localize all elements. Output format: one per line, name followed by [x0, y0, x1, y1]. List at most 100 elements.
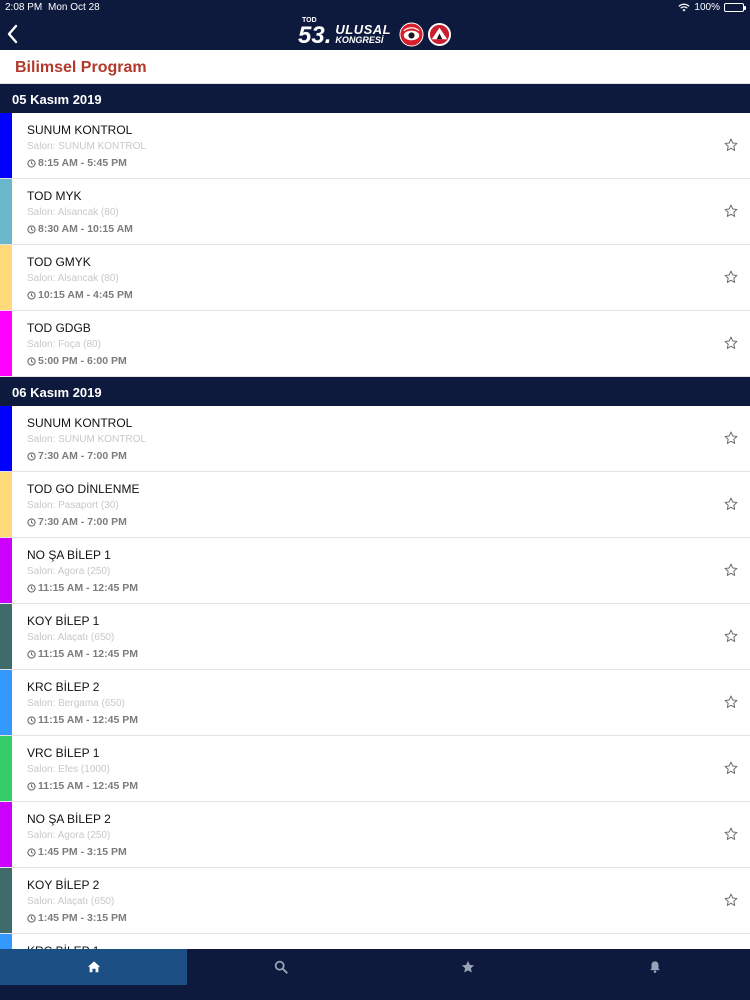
event-row[interactable]: KOY BİLEP 2 Salon: Alaçatı (650) 1:45 PM -… — [0, 868, 750, 934]
event-time: 11:15 AM - 12:45 PM — [27, 648, 138, 660]
event-time: 1:45 PM - 3:15 PM — [27, 846, 127, 858]
eye-logo-icon — [399, 22, 424, 47]
event-time: 11:15 AM - 12:45 PM — [27, 582, 138, 594]
favorite-star-icon[interactable] — [724, 431, 738, 445]
favorite-star-icon[interactable] — [724, 761, 738, 775]
tab-favorites[interactable] — [374, 949, 561, 985]
event-time-text: 11:15 AM - 12:45 PM — [38, 780, 138, 792]
event-color-bar — [0, 245, 12, 310]
event-row[interactable]: KRC BİLEP 2 Salon: Bergama (650) 11:15 AM … — [0, 670, 750, 736]
event-time-text: 1:45 PM - 3:15 PM — [38, 912, 127, 924]
event-color-bar — [0, 868, 12, 933]
event-color-bar — [0, 406, 12, 471]
event-title: VRC BİLEP 1 — [27, 746, 100, 760]
event-color-bar — [0, 670, 12, 735]
event-time: 10:15 AM - 4:45 PM — [27, 289, 133, 301]
event-color-bar — [0, 604, 12, 669]
event-title: SUNUM KONTROL — [27, 123, 133, 137]
favorite-star-icon[interactable] — [724, 695, 738, 709]
event-time-text: 5:00 PM - 6:00 PM — [38, 355, 127, 367]
event-row[interactable]: TOD MYK Salon: Alsancak (80) 8:30 AM - 10:… — [0, 179, 750, 245]
congress-logo: TOD 53. ULUSAL KONGRESİ — [298, 16, 452, 50]
event-salon: Salon: SUNUM KONTROL — [27, 434, 146, 445]
favorite-star-icon[interactable] — [724, 138, 738, 152]
app-header: 2:08 PM Mon Oct 28 100% TOD 53. ULUSAL K… — [0, 0, 750, 50]
event-row[interactable]: KRC BİLEP 1 — [0, 934, 750, 949]
clock-icon — [27, 290, 36, 300]
back-button[interactable] — [4, 22, 22, 46]
event-time-text: 1:45 PM - 3:15 PM — [38, 846, 127, 858]
logo-text: ULUSAL KONGRESİ — [335, 22, 392, 46]
event-salon: Salon: Bergama (650) — [27, 698, 125, 709]
event-row[interactable]: TOD GO DİNLENME Salon: Pasaport (30) 7:30 … — [0, 472, 750, 538]
tab-home[interactable] — [0, 949, 187, 985]
clock-icon — [27, 158, 36, 168]
event-time-text: 11:15 AM - 12:45 PM — [38, 648, 138, 660]
event-time-text: 10:15 AM - 4:45 PM — [38, 289, 133, 301]
event-salon: Salon: Agora (250) — [27, 830, 111, 841]
event-time: 5:00 PM - 6:00 PM — [27, 355, 127, 367]
event-title: TOD GMYK — [27, 255, 91, 269]
star-icon — [461, 960, 474, 973]
tab-notifications[interactable] — [561, 949, 748, 985]
battery-icon — [724, 3, 746, 12]
logo-line-1: ULUSAL — [335, 22, 392, 37]
event-row[interactable]: VRC BİLEP 1 Salon: Efes (1000) 11:15 AM - … — [0, 736, 750, 802]
event-row[interactable]: SUNUM KONTROL Salon: SUNUM KONTROL 7:30 AM… — [0, 406, 750, 472]
event-time-text: 11:15 AM - 12:45 PM — [38, 582, 138, 594]
day-header: 05 Kasım 2019 — [0, 84, 750, 113]
title-bar: Bilimsel Program — [0, 50, 750, 84]
event-row[interactable]: KOY BİLEP 1 Salon: Alaçatı (650) 11:15 AM … — [0, 604, 750, 670]
page-title: Bilimsel Program — [15, 59, 147, 76]
favorite-star-icon[interactable] — [724, 336, 738, 350]
event-title: NO ŞA BİLEP 1 — [27, 548, 111, 562]
favorite-star-icon[interactable] — [724, 497, 738, 511]
event-row[interactable]: SUNUM KONTROL Salon: SUNUM KONTROL 8:15 AM… — [0, 113, 750, 179]
event-color-bar — [0, 179, 12, 244]
favorite-star-icon[interactable] — [724, 270, 738, 284]
event-title: TOD GDGB — [27, 321, 91, 335]
clock-icon — [27, 847, 36, 857]
event-salon: Salon: SUNUM KONTROL — [27, 141, 146, 152]
favorite-star-icon[interactable] — [724, 563, 738, 577]
status-bar: 2:08 PM Mon Oct 28 100% — [0, 0, 750, 16]
event-title: TOD GO DİNLENME — [27, 482, 140, 496]
event-salon: Salon: Alaçatı (650) — [27, 896, 115, 907]
event-row[interactable]: NO ŞA BİLEP 2 Salon: Agora (250) 1:45 PM -… — [0, 802, 750, 868]
home-icon — [87, 961, 100, 973]
search-icon — [274, 960, 288, 974]
status-right: 100% — [678, 2, 746, 13]
event-time-text: 8:30 AM - 10:15 AM — [38, 223, 133, 235]
event-salon: Salon: Foça (80) — [27, 339, 101, 350]
event-title: KOY BİLEP 2 — [27, 878, 100, 892]
favorite-star-icon[interactable] — [724, 204, 738, 218]
event-color-bar — [0, 311, 12, 376]
event-time-text: 11:15 AM - 12:45 PM — [38, 714, 138, 726]
event-time: 1:45 PM - 3:15 PM — [27, 912, 127, 924]
favorite-star-icon[interactable] — [724, 629, 738, 643]
battery-percent: 100% — [694, 2, 720, 13]
event-time: 7:30 AM - 7:00 PM — [27, 450, 127, 462]
event-title: KRC BİLEP 2 — [27, 680, 100, 694]
program-list[interactable]: 05 Kasım 2019 SUNUM KONTROL Salon: SUNUM K… — [0, 84, 750, 949]
event-row[interactable]: TOD GDGB Salon: Foça (80) 5:00 PM - 6:00 P… — [0, 311, 750, 377]
event-time-text: 7:30 AM - 7:00 PM — [38, 516, 127, 528]
event-row[interactable]: TOD GMYK Salon: Alsancak (80) 10:15 AM - 4… — [0, 245, 750, 311]
event-row[interactable]: NO ŞA BİLEP 1 Salon: Agora (250) 11:15 AM … — [0, 538, 750, 604]
event-title: SUNUM KONTROL — [27, 416, 133, 430]
favorite-star-icon[interactable] — [724, 893, 738, 907]
status-time: 2:08 PM — [5, 2, 43, 13]
favorite-star-icon[interactable] — [724, 827, 738, 841]
clock-icon — [27, 224, 36, 234]
event-color-bar — [0, 113, 12, 178]
day-header: 06 Kasım 2019 — [0, 377, 750, 406]
tab-search[interactable] — [187, 949, 374, 985]
chevron-left-icon — [7, 24, 18, 44]
bell-icon — [649, 961, 660, 973]
clock-icon — [27, 356, 36, 366]
clock-icon — [27, 517, 36, 527]
event-color-bar — [0, 538, 12, 603]
event-salon: Salon: Pasaport (30) — [27, 500, 119, 511]
status-date: Mon Oct 28 — [48, 2, 100, 13]
event-time: 8:15 AM - 5:45 PM — [27, 157, 127, 169]
